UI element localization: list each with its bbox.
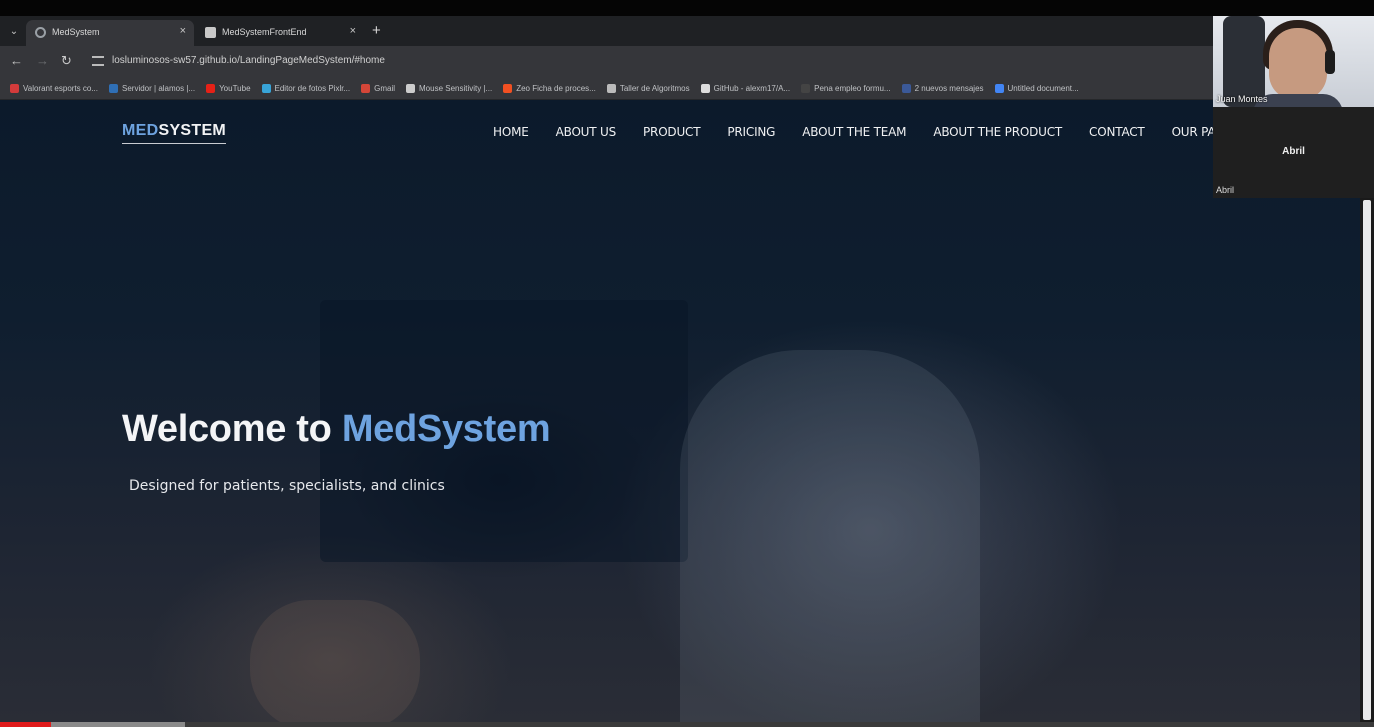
participant-center-name: Abril — [1282, 146, 1305, 157]
bookmark-favicon-icon — [503, 84, 513, 93]
nav-link-about-the-team[interactable]: ABOUT THE TEAM — [802, 125, 906, 139]
bookmark-favicon-icon — [801, 84, 811, 93]
hero-background-doctor — [680, 350, 980, 722]
close-tab-icon[interactable]: × — [350, 25, 356, 37]
tab-medsystem[interactable]: MedSystem × — [26, 20, 194, 46]
video-progress-bar[interactable] — [0, 722, 1374, 727]
hero-title-prefix: Welcome to — [122, 408, 342, 450]
logo-part1: MED — [122, 122, 159, 139]
site-info-icon[interactable] — [92, 56, 104, 66]
bookmark-favicon-icon — [700, 84, 710, 93]
nav-link-product[interactable]: PRODUCT — [643, 125, 701, 139]
bookmark-item[interactable]: Servidor | alamos |... — [109, 84, 195, 93]
bookmark-label: Zeo Ficha de proces... — [516, 84, 596, 93]
bookmark-item[interactable]: Zeo Ficha de proces... — [503, 84, 596, 93]
progress-played — [0, 722, 51, 727]
bookmark-item[interactable]: Taller de Algoritmos — [606, 84, 690, 93]
bookmark-favicon-icon — [361, 84, 371, 93]
bookmark-label: Pena empleo formu... — [814, 84, 891, 93]
hero-title-highlight: MedSystem — [341, 408, 551, 450]
bookmark-item[interactable]: Gmail — [361, 84, 395, 93]
hero-title: Welcome to MedSystem — [122, 408, 551, 451]
bookmark-item[interactable]: Untitled document... — [994, 84, 1079, 93]
bookmark-item[interactable]: Editor de fotos Pixlr... — [261, 84, 351, 93]
participant-name: Abril — [1216, 185, 1235, 195]
browser-tab-strip: ⌄ MedSystem × MedSystemFrontEnd × + — [0, 16, 1213, 46]
hero-subtitle: Designed for patients, specialists, and … — [129, 478, 445, 494]
bookmark-label: Editor de fotos Pixlr... — [274, 84, 351, 93]
bookmark-label: Taller de Algoritmos — [619, 84, 690, 93]
nav-link-about-us[interactable]: ABOUT US — [556, 125, 617, 139]
bookmark-label: Untitled document... — [1007, 84, 1079, 93]
bookmark-favicon-icon — [10, 84, 19, 93]
nav-link-home[interactable]: HOME — [493, 125, 529, 139]
document-favicon-icon — [205, 27, 216, 38]
bookmark-favicon-icon — [406, 84, 415, 93]
top-border — [0, 0, 1374, 16]
back-icon[interactable]: ← — [10, 53, 23, 68]
nav-link-our-pa[interactable]: OUR PA — [1172, 125, 1216, 139]
nav-link-contact[interactable]: CONTACT — [1089, 125, 1145, 139]
bookmark-item[interactable]: YouTube — [206, 84, 251, 93]
bookmark-label: YouTube — [219, 84, 251, 93]
bookmark-item[interactable]: Valorant esports co... — [10, 84, 98, 93]
bookmarks-bar: Valorant esports co... Servidor | alamos … — [0, 78, 1213, 100]
tab-title: MedSystemFrontEnd — [222, 27, 307, 37]
bookmark-favicon-icon — [206, 84, 216, 93]
video-tile-other[interactable]: Abril Abril — [1213, 107, 1374, 198]
site-favicon-icon — [35, 27, 46, 38]
hero-background-hand — [250, 600, 420, 722]
bookmark-label: Valorant esports co... — [23, 84, 98, 93]
bookmark-item[interactable]: Pena empleo formu... — [801, 84, 891, 93]
bookmark-label: 2 nuevos mensajes — [914, 84, 984, 93]
tab-search-icon[interactable]: ⌄ — [6, 24, 22, 40]
bookmark-favicon-icon — [606, 84, 616, 93]
reload-icon[interactable]: ↻ — [61, 53, 72, 69]
forward-icon[interactable]: → — [36, 53, 49, 68]
participant-face — [1269, 28, 1327, 100]
participant-name: Juan Montes — [1216, 94, 1268, 104]
bookmark-item[interactable]: Mouse Sensitivity |... — [406, 84, 492, 93]
bookmark-favicon-icon — [109, 84, 118, 93]
nav-link-about-the-product[interactable]: ABOUT THE PRODUCT — [933, 125, 1062, 139]
nav-link-pricing[interactable]: PRICING — [727, 125, 775, 139]
headphone-icon — [1325, 50, 1335, 74]
bookmark-favicon-icon — [994, 84, 1004, 93]
new-tab-button[interactable]: + — [372, 22, 381, 39]
bookmark-label: Gmail — [374, 84, 395, 93]
bookmark-item[interactable]: 2 nuevos mensajes — [901, 84, 984, 93]
bookmark-label: Mouse Sensitivity |... — [419, 84, 493, 93]
medsystem-logo[interactable]: MEDSYSTEM — [122, 122, 227, 144]
video-tile-self[interactable]: Juan Montes — [1213, 16, 1374, 107]
scrollbar-thumb[interactable] — [1363, 200, 1371, 720]
tab-medsystem-frontend[interactable]: MedSystemFrontEnd × — [196, 20, 364, 46]
bookmark-item[interactable]: GitHub - alexm17/A... — [700, 84, 791, 93]
bookmark-favicon-icon — [901, 84, 911, 93]
bookmark-label: Servidor | alamos |... — [122, 84, 196, 93]
tab-title: MedSystem — [52, 27, 100, 37]
page-scrollbar[interactable] — [1360, 198, 1374, 722]
close-tab-icon[interactable]: × — [180, 25, 186, 37]
site-navigation: HOME ABOUT US PRODUCT PRICING ABOUT THE TEAM… — [493, 125, 1216, 139]
bookmark-label: GitHub - alexm17/A... — [713, 84, 791, 93]
landing-page: MEDSYSTEM HOME ABOUT US PRODUCT PRICING ABOU… — [0, 100, 1360, 722]
address-bar[interactable]: losluminosos-sw57.github.io/LandingPageM… — [112, 55, 385, 66]
browser-toolbar: ← → ↻ losluminosos-sw57.github.io/Landin… — [0, 46, 1213, 78]
bookmark-favicon-icon — [261, 84, 271, 93]
logo-part2: SYSTEM — [158, 122, 227, 139]
